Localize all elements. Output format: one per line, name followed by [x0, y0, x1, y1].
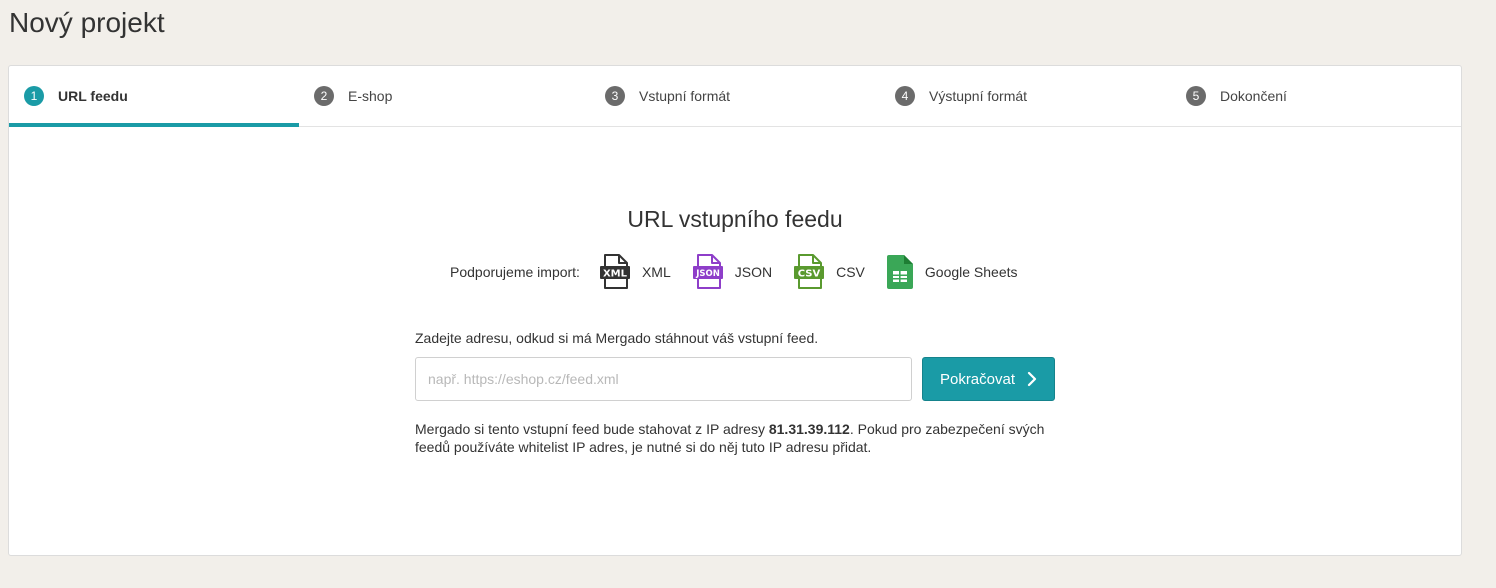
step-number: 5: [1186, 86, 1206, 106]
step-number: 3: [605, 86, 625, 106]
format-name: CSV: [836, 264, 865, 280]
step-number: 1: [24, 86, 44, 106]
format-name: JSON: [734, 264, 773, 280]
supported-formats-label: Podporujeme import:: [450, 264, 580, 280]
format-xml: XML XML: [599, 254, 671, 290]
google-sheets-icon: [886, 255, 913, 289]
step-number: 4: [895, 86, 915, 106]
json-file-icon: JSON: [692, 254, 723, 289]
svg-text:XML: XML: [603, 269, 628, 280]
step-label: Výstupní formát: [929, 88, 1028, 104]
tab-e-shop[interactable]: 2 E-shop: [299, 66, 589, 126]
step-label: E-shop: [348, 88, 393, 104]
feed-url-input[interactable]: [415, 357, 912, 401]
csv-file-icon: CSV: [794, 254, 825, 289]
svg-text:JSON: JSON: [695, 269, 720, 279]
format-csv: CSV CSV: [794, 254, 865, 290]
page-title: Nový projekt: [9, 7, 165, 38]
step-label: URL feedu: [58, 88, 128, 104]
format-name: XML: [641, 264, 671, 280]
wizard-card: 1 URL feedu 2 E-shop 3 Vstupní formát 4 …: [8, 65, 1462, 556]
format-google-sheets: Google Sheets: [886, 255, 1018, 289]
step-label: Dokončení: [1220, 88, 1287, 104]
ip-whitelist-note: Mergado si tento vstupní feed bude staho…: [415, 421, 1045, 455]
ip-address: 81.31.39.112: [768, 421, 850, 437]
xml-file-icon: XML: [599, 254, 630, 289]
svg-text:CSV: CSV: [798, 269, 821, 280]
chevron-right-icon: [1027, 371, 1037, 387]
continue-button[interactable]: Pokračovat: [922, 357, 1055, 401]
tab-vstupni-format[interactable]: 3 Vstupní formát: [590, 66, 880, 126]
content-title: URL vstupního feedu: [627, 206, 843, 232]
url-instructions: Zadejte adresu, odkud si má Mergado stáh…: [415, 330, 819, 346]
tab-vystupni-format[interactable]: 4 Výstupní formát: [880, 66, 1170, 126]
step-label: Vstupní formát: [639, 88, 731, 104]
wizard-steps: 1 URL feedu 2 E-shop 3 Vstupní formát 4 …: [9, 66, 1461, 127]
tab-url-feedu[interactable]: 1 URL feedu: [9, 66, 299, 127]
continue-label: Pokračovat: [939, 370, 1016, 388]
tab-dokonceni[interactable]: 5 Dokončení: [1171, 66, 1461, 126]
step-number: 2: [314, 86, 334, 106]
format-name: Google Sheets: [924, 264, 1018, 280]
supported-formats: Podporujeme import: XML XML JSON JSON CS…: [450, 254, 1040, 290]
format-json: JSON JSON: [692, 254, 773, 290]
